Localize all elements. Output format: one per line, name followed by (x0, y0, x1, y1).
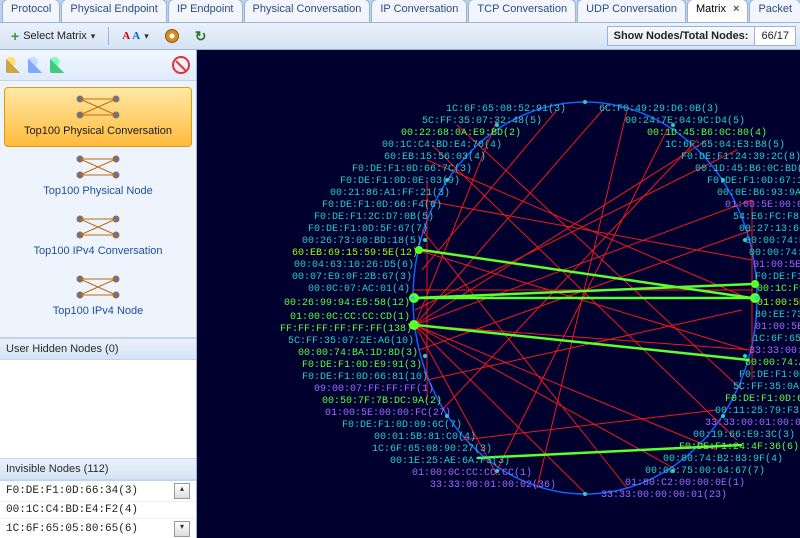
matrix-toolbar: + Select Matrix ▾ AA ▾ ↻ Show Nodes/Tota… (0, 23, 800, 50)
refresh-icon: ↻ (195, 28, 207, 45)
sidebar-toolbar (0, 50, 196, 81)
list-item[interactable]: 1C:6F:65:05:80:65(6) ▾ (0, 519, 196, 538)
font-color-button[interactable]: AA ▾ (115, 27, 155, 45)
matrix-icon (74, 273, 122, 301)
matrix-canvas[interactable]: 1C:6F:65:08:52:91(3)5C:FF:35:07:32:48(5)… (197, 50, 800, 538)
top-item-label: Top100 IPv4 Conversation (33, 245, 162, 257)
top-item-label: Top100 Physical Conversation (24, 125, 172, 137)
top100-physical-node[interactable]: Top100 Physical Node (4, 147, 192, 207)
chevron-down-icon: ▾ (144, 31, 149, 42)
chevron-down-icon: ▾ (91, 31, 96, 42)
top-list: Top100 Physical Conversation Top100 Phys… (0, 81, 196, 338)
user-hidden-heading[interactable]: User Hidden Nodes (0) (0, 338, 196, 360)
top100-ipv4-conversation[interactable]: Top100 IPv4 Conversation (4, 207, 192, 267)
plus-icon: + (11, 28, 19, 44)
node-count-value: 66/17 (755, 27, 795, 45)
list-item[interactable]: 00:1C:C4:BD:E4:F2(4) (0, 502, 196, 519)
top100-ipv4-node[interactable]: Top100 IPv4 Node (4, 267, 192, 327)
separator (108, 27, 109, 45)
matrix-icon (74, 93, 122, 121)
tab-ip-conversation[interactable]: IP Conversation (371, 0, 467, 22)
graph-svg (197, 50, 800, 538)
options-button[interactable] (158, 26, 186, 46)
matrix-icon (74, 153, 122, 181)
tab-tcp-conversation[interactable]: TCP Conversation (468, 0, 576, 22)
tab-ip-endpoint[interactable]: IP Endpoint (168, 0, 243, 22)
tab-udp-conversation[interactable]: UDP Conversation (577, 0, 686, 22)
wand-icon[interactable] (6, 57, 22, 73)
matrix-icon (74, 213, 122, 241)
tab-protocol[interactable]: Protocol (2, 0, 60, 22)
gear-icon (165, 29, 179, 43)
top100-physical-conversation[interactable]: Top100 Physical Conversation (4, 87, 192, 147)
invisible-heading[interactable]: Invisible Nodes (112) (0, 458, 196, 480)
top-item-label: Top100 IPv4 Node (53, 305, 144, 317)
scroll-down-button[interactable]: ▾ (174, 521, 190, 537)
node-count-label: Show Nodes/Total Nodes: (608, 27, 756, 45)
node-count-display: Show Nodes/Total Nodes: 66/17 (607, 26, 796, 46)
tab-matrix[interactable]: Matrix × (687, 0, 748, 22)
user-hidden-list (0, 360, 196, 458)
tab-physical-conversation[interactable]: Physical Conversation (244, 0, 371, 22)
scroll-up-button[interactable]: ▴ (174, 483, 190, 499)
top-item-label: Top100 Physical Node (43, 185, 152, 197)
invisible-list: F0:DE:F1:0D:66:34(3) ▴ 00:1C:C4:BD:E4:F2… (0, 480, 196, 538)
close-icon[interactable]: × (733, 3, 739, 15)
tab-physical-endpoint[interactable]: Physical Endpoint (61, 0, 166, 22)
forbidden-icon[interactable] (172, 56, 190, 74)
select-matrix-label: Select Matrix (23, 30, 87, 42)
wand-icon[interactable] (50, 57, 66, 73)
add-matrix-button[interactable]: + Select Matrix ▾ (4, 25, 102, 47)
sidebar: Top100 Physical Conversation Top100 Phys… (0, 50, 197, 538)
tab-packet[interactable]: Packet (749, 0, 800, 22)
list-item[interactable]: F0:DE:F1:0D:66:34(3) ▴ (0, 481, 196, 502)
refresh-button[interactable]: ↻ (188, 25, 214, 48)
wand-icon[interactable] (28, 57, 44, 73)
tab-strip: Protocol Physical Endpoint IP Endpoint P… (0, 0, 800, 23)
